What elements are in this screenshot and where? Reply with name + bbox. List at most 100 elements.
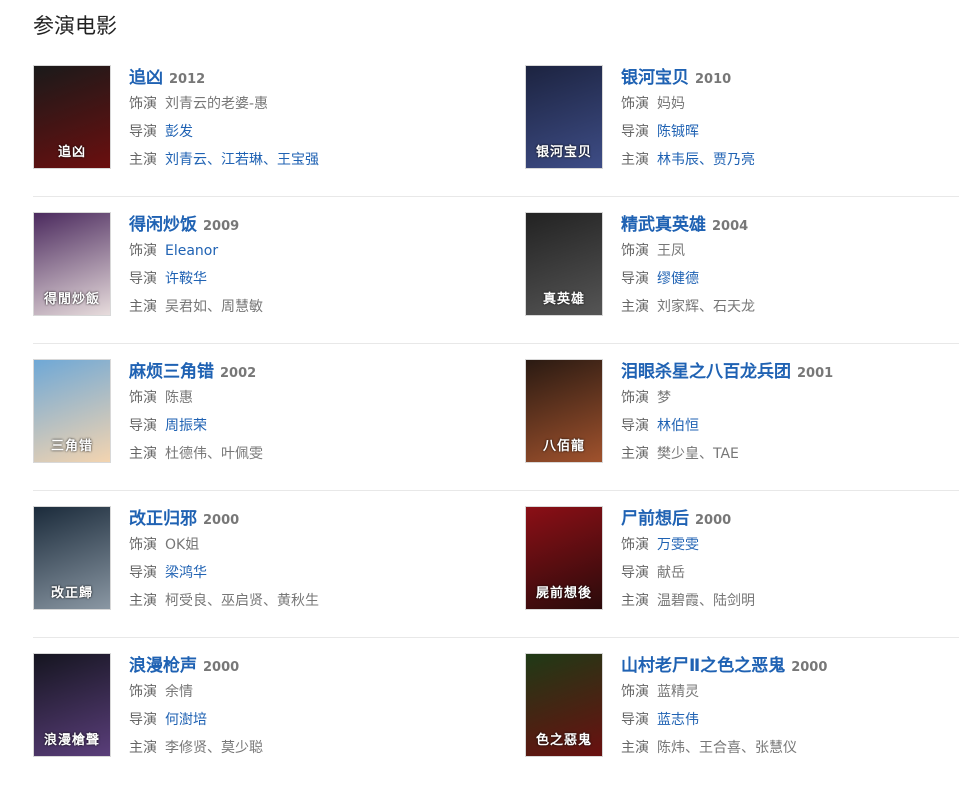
role-line: 饰演 蓝精灵 (621, 678, 959, 706)
cast-value: 陈炜、王合喜、张慧仪 (657, 740, 797, 756)
movie-title-link[interactable]: 得闲炒饭 (129, 215, 197, 235)
movie-year: 2004 (712, 219, 749, 234)
role-label: 饰演 (129, 96, 157, 112)
director-value[interactable]: 何澍培 (165, 712, 207, 728)
movie-poster[interactable]: 得閒炒飯 (33, 212, 111, 316)
movie-card: 得閒炒飯 得闲炒饭 2009 饰演 Eleanor 导演 许鞍华 主演 吴君如、周慧敏 (33, 197, 473, 344)
movie-grid: 追凶 追凶 2012 饰演 刘青云的老婆-惠 导演 彭发 主演 刘青云、江若琳、王宝强 银河宝贝银… (33, 50, 959, 785)
movie-title-link[interactable]: 银河宝贝 (621, 68, 689, 88)
cast-line: 主演 陈炜、王合喜、张慧仪 (621, 734, 959, 762)
poster-lettering: 真英雄 (542, 292, 585, 307)
director-value[interactable]: 彭发 (165, 124, 193, 140)
poster-lettering: 改正歸 (50, 586, 93, 601)
movie-info: 改正归邪 2000 饰演 OK姐 导演 梁鸿华 主演 柯受良、巫启贤、黄秋生 (129, 507, 469, 615)
role-line: 饰演 妈妈 (621, 90, 959, 118)
director-line: 导演 梁鸿华 (129, 559, 469, 587)
movie-title-line: 精武真英雄 2004 (621, 213, 959, 237)
movie-poster[interactable]: 三角错 (33, 359, 111, 463)
movie-card: 浪漫槍聲 浪漫枪声 2000 饰演 余情 导演 何澍培 主演 李修贤、莫少聪 (33, 638, 473, 785)
movie-poster[interactable]: 改正歸 (33, 506, 111, 610)
role-line: 饰演 王凤 (621, 237, 959, 265)
cast-line: 主演 李修贤、莫少聪 (129, 734, 469, 762)
director-value[interactable]: 许鞍华 (165, 271, 207, 287)
movie-title-link[interactable]: 追凶 (129, 68, 163, 88)
movie-poster[interactable]: 银河宝贝 (525, 65, 603, 169)
role-value: 余情 (165, 684, 193, 700)
movie-year: 2002 (220, 366, 257, 381)
movie-title-link[interactable]: 改正归邪 (129, 509, 197, 529)
movie-poster[interactable]: 真英雄 (525, 212, 603, 316)
role-label: 饰演 (129, 390, 157, 406)
movie-title-link[interactable]: 麻烦三角错 (129, 362, 214, 382)
movie-info: 浪漫枪声 2000 饰演 余情 导演 何澍培 主演 李修贤、莫少聪 (129, 654, 469, 762)
cast-line: 主演 刘青云、江若琳、王宝强 (129, 146, 469, 174)
cast-line: 主演 柯受良、巫启贤、黄秋生 (129, 587, 469, 615)
role-value: 王凤 (657, 243, 685, 259)
director-value[interactable]: 蓝志伟 (657, 712, 699, 728)
movie-poster[interactable]: 追凶 (33, 65, 111, 169)
director-label: 导演 (129, 418, 157, 434)
movie-info: 尸前想后 2000 饰演 万雯雯 导演 献岳 主演 温碧霞、陆剑明 (621, 507, 959, 615)
cast-label: 主演 (129, 152, 157, 168)
director-line: 导演 缪健德 (621, 265, 959, 293)
role-label: 饰演 (129, 243, 157, 259)
movie-info: 银河宝贝 2010 饰演 妈妈 导演 陈铖晖 主演 林韦辰、贾乃亮 (621, 66, 959, 174)
movie-card: 改正歸 改正归邪 2000 饰演 OK姐 导演 梁鸿华 主演 柯受良、巫启贤、黄秋生 (33, 491, 473, 638)
section-title: 参演电影 (33, 14, 117, 38)
role-label: 饰演 (621, 684, 649, 700)
movie-title-line: 追凶 2012 (129, 66, 469, 90)
movie-title-line: 改正归邪 2000 (129, 507, 469, 531)
movie-year: 2000 (695, 513, 732, 528)
cast-value[interactable]: 林韦辰、贾乃亮 (657, 152, 755, 168)
director-label: 导演 (621, 271, 649, 287)
movie-row: 追凶 追凶 2012 饰演 刘青云的老婆-惠 导演 彭发 主演 刘青云、江若琳、王宝强 银河宝贝银… (33, 50, 959, 197)
role-line: 饰演 OK姐 (129, 531, 469, 559)
cast-line: 主演 樊少皇、TAE (621, 440, 959, 468)
movie-info: 得闲炒饭 2009 饰演 Eleanor 导演 许鞍华 主演 吴君如、周慧敏 (129, 213, 469, 321)
movie-title-link[interactable]: 山村老尸Ⅱ之色之恶鬼 (621, 656, 785, 676)
role-line: 饰演 刘青云的老婆-惠 (129, 90, 469, 118)
cast-label: 主演 (129, 740, 157, 756)
movie-year: 2000 (203, 660, 240, 675)
movie-title-link[interactable]: 浪漫枪声 (129, 656, 197, 676)
movie-title-link[interactable]: 尸前想后 (621, 509, 689, 529)
movie-year: 2000 (203, 513, 240, 528)
cast-line: 主演 杜德伟、叶佩雯 (129, 440, 469, 468)
movie-poster[interactable]: 八佰龍 (525, 359, 603, 463)
cast-line: 主演 刘家辉、石天龙 (621, 293, 959, 321)
director-line: 导演 蓝志伟 (621, 706, 959, 734)
movie-year: 2010 (695, 72, 732, 87)
director-label: 导演 (621, 712, 649, 728)
poster-lettering: 八佰龍 (542, 439, 585, 454)
director-value[interactable]: 陈铖晖 (657, 124, 699, 140)
cast-label: 主演 (129, 446, 157, 462)
poster-lettering: 屍前想後 (535, 586, 592, 601)
movie-title-link[interactable]: 泪眼杀星之八百龙兵团 (621, 362, 791, 382)
movie-poster[interactable]: 屍前想後 (525, 506, 603, 610)
movie-info: 泪眼杀星之八百龙兵团 2001 饰演梦导演 林伯恒 主演 樊少皇、TAE (621, 360, 959, 468)
movie-title-line: 浪漫枪声 2000 (129, 654, 469, 678)
movie-card: 三角错 麻烦三角错 2002 饰演 陈惠 导演 周振荣主演 杜德伟、叶佩雯 (33, 344, 473, 491)
movie-title-link[interactable]: 精武真英雄 (621, 215, 706, 235)
role-value[interactable]: Eleanor (165, 243, 218, 259)
role-line: 饰演 万雯雯 (621, 531, 959, 559)
role-value[interactable]: 万雯雯 (657, 537, 699, 553)
director-value[interactable]: 周振荣 (165, 418, 207, 434)
director-label: 导演 (129, 712, 157, 728)
director-value[interactable]: 梁鸿华 (165, 565, 207, 581)
role-value: 刘青云的老婆-惠 (165, 96, 269, 112)
role-label: 饰演 (621, 537, 649, 553)
director-line: 导演 献岳 (621, 559, 959, 587)
director-value[interactable]: 缪健德 (657, 271, 699, 287)
cast-value[interactable]: 刘青云、江若琳、王宝强 (165, 152, 319, 168)
movie-card: 追凶 追凶 2012 饰演 刘青云的老婆-惠 导演 彭发 主演 刘青云、江若琳、王宝强 (33, 50, 473, 197)
movie-poster[interactable]: 浪漫槍聲 (33, 653, 111, 757)
director-line: 导演 陈铖晖 (621, 118, 959, 146)
movie-row: 改正歸 改正归邪 2000 饰演 OK姐 导演 梁鸿华 主演 柯受良、巫启贤、黄秋生 屍前想後 尸前… (33, 491, 959, 638)
movie-info: 山村老尸Ⅱ之色之恶鬼 2000 饰演 蓝精灵 导演 蓝志伟 主演 陈炜、王合喜、张慧仪 (621, 654, 959, 762)
role-value: 陈惠 (165, 390, 193, 406)
movie-poster[interactable]: 色之惡鬼 (525, 653, 603, 757)
director-value[interactable]: 林伯恒 (657, 418, 699, 434)
poster-lettering: 银河宝贝 (535, 145, 592, 160)
poster-lettering: 三角错 (50, 439, 93, 454)
